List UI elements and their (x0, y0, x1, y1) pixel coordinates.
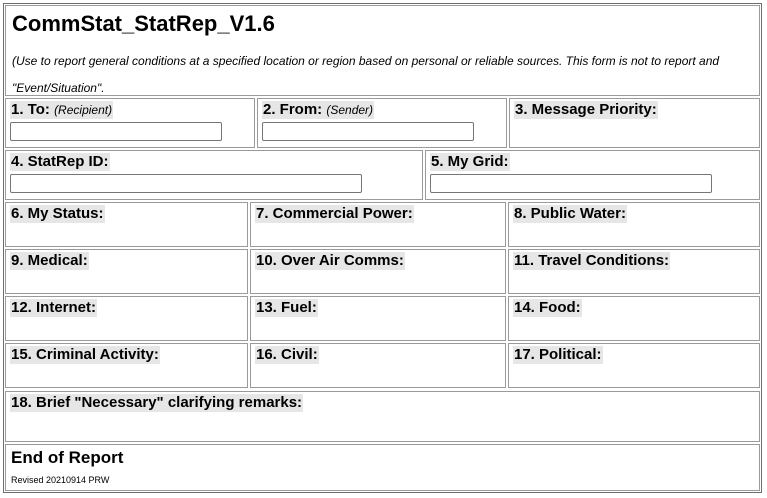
grid-cell: 5. My Grid: (425, 150, 760, 200)
status-label: 6. My Status: (10, 205, 105, 223)
water-cell: 8. Public Water: (508, 202, 760, 247)
row-status-2: 9. Medical: 10. Over Air Comms: 11. Trav… (4, 248, 761, 295)
header-cell: CommStat_StatRep_V1.6 (Use to report gen… (5, 5, 760, 96)
civil-cell: 16. Civil: (250, 343, 506, 388)
status-cell: 6. My Status: (5, 202, 248, 247)
internet-cell: 12. Internet: (5, 296, 248, 341)
priority-cell: 3. Message Priority: (509, 98, 760, 148)
form-header: CommStat_StatRep_V1.6 (Use to report gen… (4, 4, 761, 97)
civil-label: 16. Civil: (255, 346, 319, 364)
water-label: 8. Public Water: (513, 205, 627, 223)
form-title: CommStat_StatRep_V1.6 (12, 11, 275, 36)
comms-label: 10. Over Air Comms: (255, 252, 405, 270)
fuel-cell: 13. Fuel: (250, 296, 506, 341)
row-addressing: 1. To: (Recipient) 2. From: (Sender) 3. … (4, 97, 761, 149)
row-status-3: 12. Internet: 13. Fuel: 14. Food: (4, 295, 761, 342)
medical-label: 9. Medical: (10, 252, 89, 270)
travel-cell: 11. Travel Conditions: (508, 249, 760, 294)
form-intro: (Use to report general conditions at a s… (12, 54, 720, 95)
remarks-label: 18. Brief "Necessary" clarifying remarks… (10, 394, 304, 412)
remarks-cell: 18. Brief "Necessary" clarifying remarks… (5, 391, 760, 442)
row-status-4: 15. Criminal Activity: 16. Civil: 17. Po… (4, 342, 761, 389)
end-of-report: End of Report (11, 448, 124, 467)
row-identity: 4. StatRep ID: 5. My Grid: (4, 149, 761, 201)
power-label: 7. Commercial Power: (255, 205, 414, 223)
grid-label: 5. My Grid: (430, 153, 510, 171)
food-label: 14. Food: (513, 299, 582, 317)
internet-label: 12. Internet: (10, 299, 98, 317)
from-cell: 2. From: (Sender) (257, 98, 507, 148)
statrep-id-label: 4. StatRep ID: (10, 153, 110, 171)
to-input[interactable] (10, 122, 222, 141)
crime-cell: 15. Criminal Activity: (5, 343, 248, 388)
power-cell: 7. Commercial Power: (250, 202, 506, 247)
statrep-form: CommStat_StatRep_V1.6 (Use to report gen… (3, 3, 762, 493)
political-cell: 17. Political: (508, 343, 760, 388)
comms-cell: 10. Over Air Comms: (250, 249, 506, 294)
political-label: 17. Political: (513, 346, 603, 364)
from-input[interactable] (262, 122, 474, 141)
footer-cell: End of Report Revised 20210914 PRW (5, 444, 760, 491)
to-sublabel: (Recipient) (54, 103, 113, 117)
to-label: 1. To: (Recipient) (10, 101, 114, 119)
crime-label: 15. Criminal Activity: (10, 346, 160, 364)
statrep-id-cell: 4. StatRep ID: (5, 150, 423, 200)
fuel-label: 13. Fuel: (255, 299, 318, 317)
to-cell: 1. To: (Recipient) (5, 98, 255, 148)
grid-input[interactable] (430, 174, 712, 193)
from-sublabel: (Sender) (326, 103, 374, 117)
row-status-1: 6. My Status: 7. Commercial Power: 8. Pu… (4, 201, 761, 248)
row-remarks: 18. Brief "Necessary" clarifying remarks… (4, 390, 761, 443)
medical-cell: 9. Medical: (5, 249, 248, 294)
statrep-id-input[interactable] (10, 174, 362, 193)
travel-label: 11. Travel Conditions: (513, 252, 671, 270)
food-cell: 14. Food: (508, 296, 760, 341)
priority-label: 3. Message Priority: (514, 101, 658, 119)
form-footer: End of Report Revised 20210914 PRW (4, 443, 761, 492)
from-label: 2. From: (Sender) (262, 101, 375, 119)
revision-note: Revised 20210914 PRW (11, 475, 110, 485)
